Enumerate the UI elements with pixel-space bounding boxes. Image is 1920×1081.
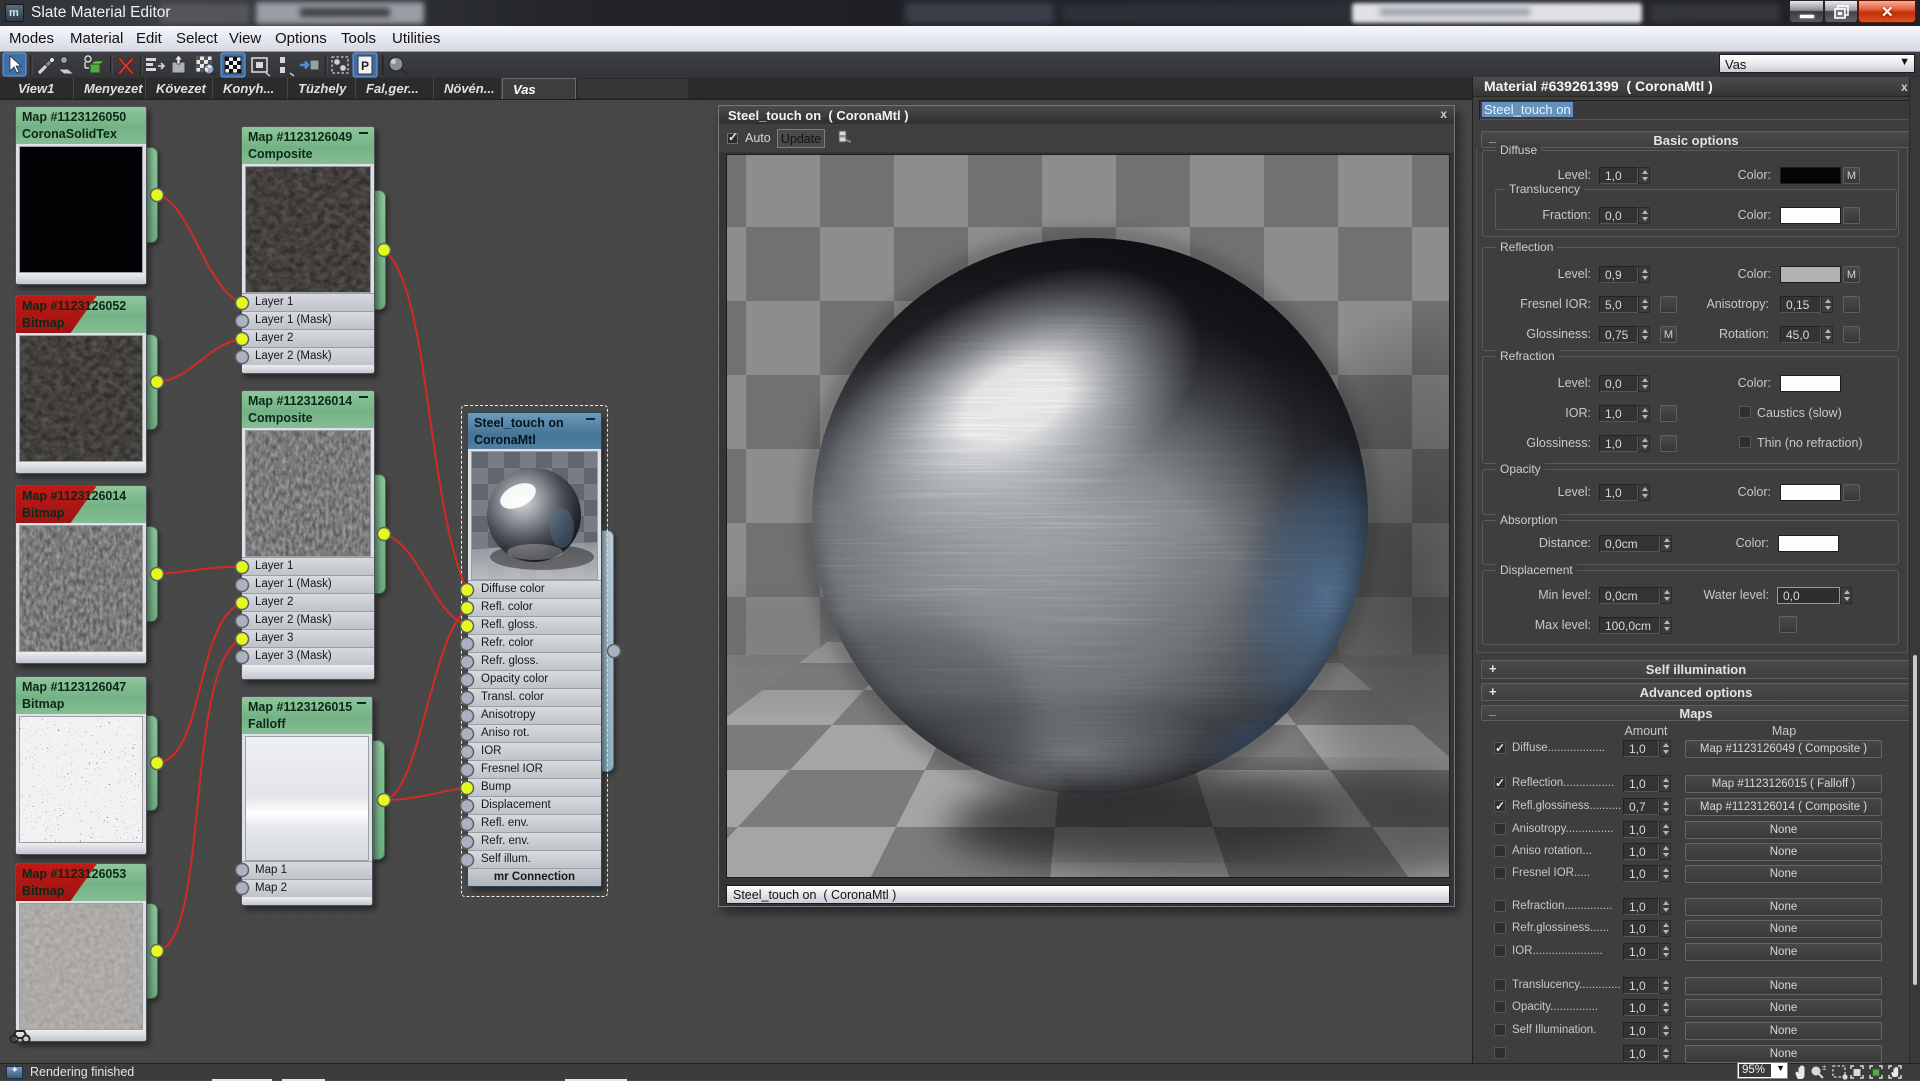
- svg-text:P: P: [361, 59, 369, 73]
- svg-text:±: ±: [1822, 1064, 1827, 1072]
